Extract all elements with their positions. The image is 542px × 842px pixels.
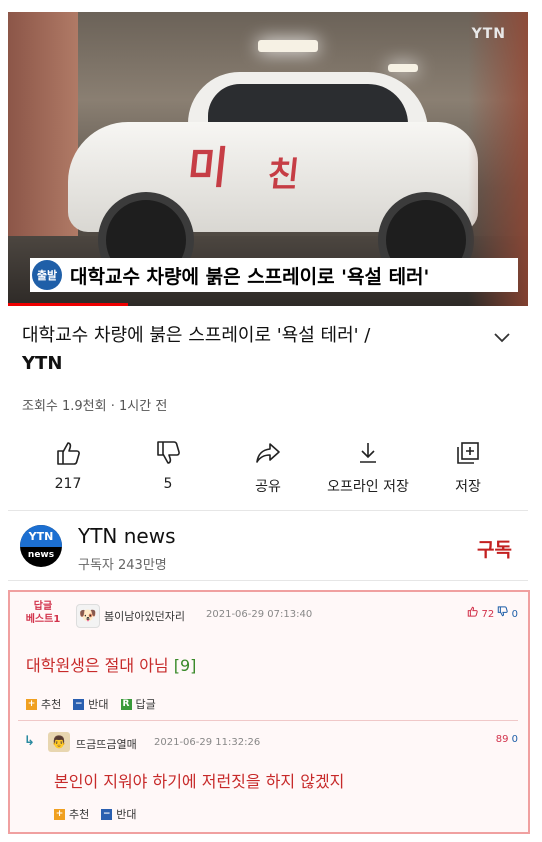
comment-timestamp: 2021-06-29 11:32:26: [154, 737, 261, 748]
thumbs-down-icon[interactable]: [497, 606, 511, 620]
add-to-playlist-icon: [428, 438, 508, 468]
program-badge: 출발: [32, 260, 62, 290]
channel-name[interactable]: YTN news: [78, 524, 176, 548]
divider: [8, 510, 528, 511]
reply-arrow-icon: ↳: [24, 734, 35, 749]
reply-icon: R: [120, 698, 132, 710]
caption-text: 대학교수 차량에 붉은 스프레이로 '욕설 테러': [70, 265, 430, 288]
comment-actions: + 추천 − 반대 R 답글: [26, 696, 156, 712]
video-meta: 조회수 1.9천회 · 1시간 전: [22, 399, 168, 414]
share-icon: [228, 438, 308, 468]
dislike-button[interactable]: 5: [128, 438, 208, 492]
thumbs-up-icon[interactable]: [467, 606, 481, 620]
channel-watermark: YTN: [471, 26, 506, 42]
title-text: 대학교수 차량에 붉은 스프레이로 '욕설 테러' /: [22, 325, 371, 346]
divider: [18, 720, 518, 721]
comment-text: 대학원생은 절대 아님 [9]: [26, 656, 197, 675]
downvote-count: 0: [511, 734, 518, 745]
comment-username[interactable]: 봄이남아있던자리: [104, 608, 185, 624]
oppose-button[interactable]: − 반대: [73, 696, 109, 712]
spray-graffiti: 친: [265, 155, 302, 195]
comment-votes: 72 0: [467, 606, 518, 620]
upvote-count: 72: [481, 609, 495, 620]
divider: [8, 580, 528, 581]
like-count: 217: [54, 476, 82, 492]
comment-votes: 89 0: [496, 734, 518, 745]
news-caption: 출발 대학교수 차량에 붉은 스프레이로 '욕설 테러': [30, 258, 518, 292]
oppose-button[interactable]: − 반대: [101, 806, 137, 822]
action-row: 217 5 공유 오프라인 저장 저장: [20, 438, 520, 498]
video-player[interactable]: 미 친 YTN 출발 대학교수 차량에 붉은 스프레이로 '욕설 테러': [8, 12, 528, 306]
title-brand: YTN: [22, 353, 63, 374]
plus-icon: +: [26, 698, 37, 710]
thumbs-up-icon: [28, 438, 108, 468]
save-button[interactable]: 저장: [428, 438, 508, 496]
downvote-count: 0: [511, 609, 518, 620]
reply-button[interactable]: R 답글: [120, 696, 156, 712]
comment-username[interactable]: 뜨금뜨금열매: [76, 736, 137, 752]
spray-graffiti: 미: [184, 143, 231, 194]
avatar: 👨: [48, 732, 70, 752]
offline-save-label: 오프라인 저장: [327, 479, 409, 495]
offline-save-button[interactable]: 오프라인 저장: [316, 438, 420, 496]
comment-actions: + 추천 − 반대: [54, 806, 137, 822]
minus-icon: −: [101, 808, 113, 820]
chevron-down-icon[interactable]: [494, 328, 510, 347]
comment-text: 본인이 지워야 하기에 저런짓을 하지 않겠지: [54, 772, 345, 791]
video-title[interactable]: 대학교수 차량에 붉은 스프레이로 '욕설 테러' / YTN: [22, 322, 472, 378]
share-button[interactable]: 공유: [228, 438, 308, 496]
best-reply-badge: 답글 베스트1: [25, 601, 61, 625]
recommend-button[interactable]: + 추천: [26, 696, 61, 712]
plus-icon: +: [54, 808, 65, 820]
thumbs-down-icon: [128, 438, 208, 468]
recommend-button[interactable]: + 추천: [54, 806, 89, 822]
subscribe-button[interactable]: 구독: [477, 535, 512, 562]
share-label: 공유: [255, 479, 281, 495]
channel-avatar[interactable]: YTN news: [20, 525, 62, 567]
reply-count[interactable]: [9]: [174, 656, 197, 675]
download-icon: [316, 438, 420, 468]
ceiling-light: [258, 40, 318, 52]
ceiling-light: [388, 64, 418, 72]
video-progress-bar[interactable]: [8, 303, 128, 306]
dislike-count: 5: [163, 476, 173, 492]
comment-timestamp: 2021-06-29 07:13:40: [206, 609, 313, 620]
upvote-count: 89: [495, 734, 509, 745]
avatar: 🐶: [76, 604, 100, 628]
like-button[interactable]: 217: [28, 438, 108, 492]
comment-section: 답글 베스트1 🐶 봄이남아있던자리 2021-06-29 07:13:40 7…: [8, 590, 530, 834]
save-label: 저장: [455, 479, 481, 495]
minus-icon: −: [73, 698, 85, 710]
subscriber-count: 구독자 243만명: [78, 558, 167, 573]
